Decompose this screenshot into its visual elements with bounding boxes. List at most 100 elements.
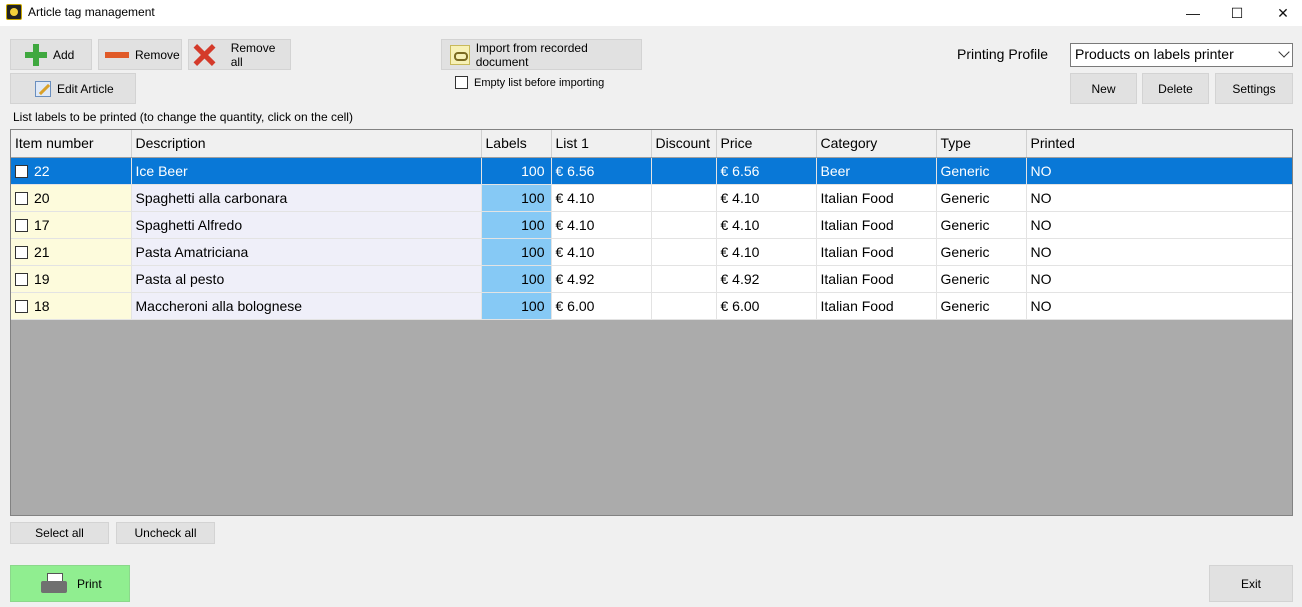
new-profile-button[interactable]: New bbox=[1070, 73, 1137, 104]
category-cell: Italian Food bbox=[816, 184, 937, 212]
edit-article-button[interactable]: Edit Article bbox=[10, 73, 136, 104]
discount-cell bbox=[651, 238, 717, 266]
edit-icon bbox=[35, 80, 51, 97]
table-row[interactable]: 20 Spaghetti alla carbonara 100 € 4.10 €… bbox=[11, 184, 1292, 212]
labels-cell[interactable]: 100 bbox=[481, 184, 552, 212]
settings-profile-button[interactable]: Settings bbox=[1215, 73, 1293, 104]
item-number: 22 bbox=[34, 162, 50, 179]
type-cell: Generic bbox=[936, 211, 1027, 239]
row-checkbox[interactable] bbox=[15, 245, 28, 259]
item-number: 20 bbox=[34, 189, 50, 206]
printed-cell: NO bbox=[1026, 265, 1292, 293]
price-cell: € 4.92 bbox=[716, 265, 817, 293]
table-row[interactable]: 22 Ice Beer 100 € 6.56 € 6.56 Beer Gener… bbox=[11, 157, 1292, 185]
remove-all-button[interactable]: Remove all bbox=[188, 39, 291, 70]
labels-cell[interactable]: 100 bbox=[481, 157, 552, 185]
labels-cell[interactable]: 100 bbox=[481, 292, 552, 320]
select-all-button[interactable]: Select all bbox=[10, 522, 109, 544]
delete-profile-button[interactable]: Delete bbox=[1142, 73, 1209, 104]
import-button[interactable]: Import from recorded document bbox=[441, 39, 642, 70]
empty-list-label: Empty list before importing bbox=[474, 76, 605, 89]
header-category[interactable]: Category bbox=[816, 130, 937, 158]
header-type[interactable]: Type bbox=[936, 130, 1027, 158]
header-price[interactable]: Price bbox=[716, 130, 817, 158]
remove-all-label: Remove all bbox=[230, 40, 276, 69]
header-item-number[interactable]: Item number bbox=[11, 130, 132, 158]
labels-cell[interactable]: 100 bbox=[481, 211, 552, 239]
labels-cell[interactable]: 100 bbox=[481, 238, 552, 266]
list1-cell: € 4.10 bbox=[551, 238, 652, 266]
row-checkbox[interactable] bbox=[15, 299, 28, 313]
discount-cell bbox=[651, 265, 717, 293]
header-list-1[interactable]: List 1 bbox=[551, 130, 652, 158]
discount-cell bbox=[651, 292, 717, 320]
header-discount[interactable]: Discount bbox=[651, 130, 717, 158]
labels-grid[interactable]: Item number Description Labels List 1 Di… bbox=[10, 129, 1293, 516]
row-checkbox[interactable] bbox=[15, 164, 28, 178]
description-cell: Maccheroni alla bolognese bbox=[131, 292, 482, 320]
price-cell: € 4.10 bbox=[716, 238, 817, 266]
plus-icon bbox=[25, 43, 47, 66]
description-cell: Spaghetti Alfredo bbox=[131, 211, 482, 239]
type-cell: Generic bbox=[936, 265, 1027, 293]
type-cell: Generic bbox=[936, 184, 1027, 212]
price-cell: € 6.56 bbox=[716, 157, 817, 185]
item-number: 19 bbox=[34, 270, 50, 287]
printed-cell: NO bbox=[1026, 292, 1292, 320]
header-labels[interactable]: Labels bbox=[481, 130, 552, 158]
labels-table: Item number Description Labels List 1 Di… bbox=[11, 130, 1292, 320]
empty-list-checkbox[interactable] bbox=[455, 76, 468, 89]
minimize-button[interactable]: — bbox=[1170, 0, 1216, 26]
printed-cell: NO bbox=[1026, 157, 1292, 185]
category-cell: Italian Food bbox=[816, 211, 937, 239]
printed-cell: NO bbox=[1026, 238, 1292, 266]
import-document-icon bbox=[450, 44, 470, 65]
import-label: Import from recorded document bbox=[475, 40, 588, 69]
close-button[interactable]: ✕ bbox=[1260, 0, 1302, 26]
discount-cell bbox=[651, 211, 717, 239]
edit-article-label: Edit Article bbox=[57, 81, 114, 96]
row-checkbox[interactable] bbox=[15, 272, 28, 286]
header-printed[interactable]: Printed bbox=[1026, 130, 1292, 158]
item-cell[interactable]: 20 bbox=[11, 184, 132, 212]
description-cell: Pasta Amatriciana bbox=[131, 238, 482, 266]
table-row[interactable]: 17 Spaghetti Alfredo 100 € 4.10 € 4.10 I… bbox=[11, 211, 1292, 239]
item-cell[interactable]: 19 bbox=[11, 265, 132, 293]
description-cell: Ice Beer bbox=[131, 157, 482, 185]
add-button[interactable]: Add bbox=[10, 39, 92, 70]
list1-cell: € 6.00 bbox=[551, 292, 652, 320]
uncheck-all-button[interactable]: Uncheck all bbox=[116, 522, 215, 544]
table-row[interactable]: 21 Pasta Amatriciana 100 € 4.10 € 4.10 I… bbox=[11, 238, 1292, 266]
table-header-row: Item number Description Labels List 1 Di… bbox=[11, 130, 1292, 158]
description-cell: Pasta al pesto bbox=[131, 265, 482, 293]
row-checkbox[interactable] bbox=[15, 191, 28, 205]
empty-list-option[interactable]: Empty list before importing bbox=[455, 76, 604, 89]
remove-all-x-icon bbox=[193, 44, 215, 66]
discount-cell bbox=[651, 157, 717, 185]
add-label: Add bbox=[53, 47, 75, 62]
discount-cell bbox=[651, 184, 717, 212]
list1-cell: € 4.10 bbox=[551, 211, 652, 239]
table-row[interactable]: 18 Maccheroni alla bolognese 100 € 6.00 … bbox=[11, 292, 1292, 320]
table-row[interactable]: 19 Pasta al pesto 100 € 4.92 € 4.92 Ital… bbox=[11, 265, 1292, 293]
category-cell: Italian Food bbox=[816, 265, 937, 293]
item-cell[interactable]: 21 bbox=[11, 238, 132, 266]
printed-cell: NO bbox=[1026, 184, 1292, 212]
printing-profile-select[interactable]: Products on labels printer bbox=[1070, 43, 1293, 67]
remove-button[interactable]: Remove bbox=[98, 39, 182, 70]
item-cell[interactable]: 22 bbox=[11, 157, 132, 185]
type-cell: Generic bbox=[936, 238, 1027, 266]
maximize-button[interactable]: ☐ bbox=[1214, 0, 1260, 26]
item-cell[interactable]: 18 bbox=[11, 292, 132, 320]
description-cell: Spaghetti alla carbonara bbox=[131, 184, 482, 212]
app-icon bbox=[6, 4, 22, 20]
exit-button[interactable]: Exit bbox=[1209, 565, 1293, 602]
remove-label: Remove bbox=[135, 47, 180, 62]
header-description[interactable]: Description bbox=[131, 130, 482, 158]
row-checkbox[interactable] bbox=[15, 218, 28, 232]
item-number: 21 bbox=[34, 243, 50, 260]
labels-cell[interactable]: 100 bbox=[481, 265, 552, 293]
type-cell: Generic bbox=[936, 292, 1027, 320]
item-cell[interactable]: 17 bbox=[11, 211, 132, 239]
print-button[interactable]: Print bbox=[10, 565, 130, 602]
